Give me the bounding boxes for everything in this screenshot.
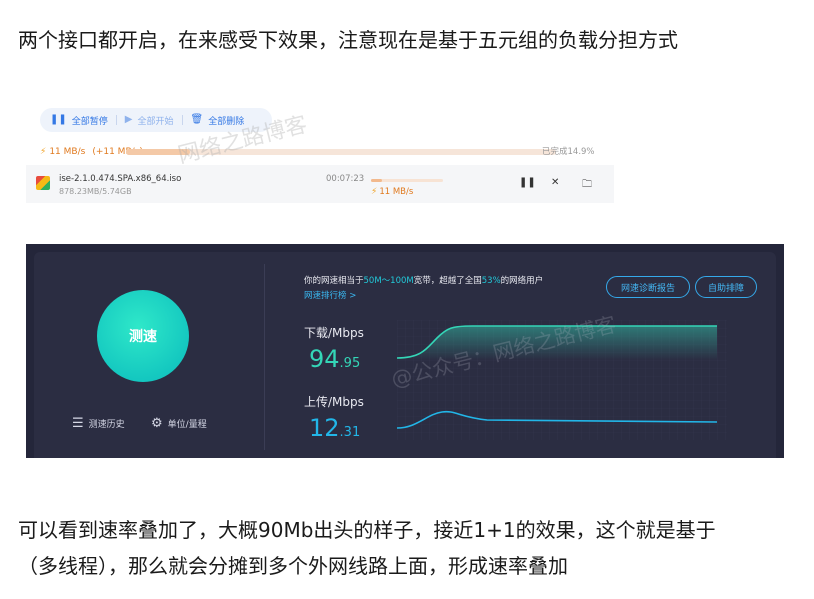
trash-icon: 🗑	[190, 114, 204, 125]
total-progress-text: 已完成14.9%	[542, 147, 595, 157]
pause-all-label: 全部暂停	[71, 116, 108, 127]
delete-all-button[interactable]: 🗑 全部删除	[191, 114, 245, 127]
gear-icon: ⚙	[151, 416, 163, 431]
summary-prefix: 你的网速相当于	[304, 276, 364, 286]
lightning-icon: ⚡	[371, 187, 378, 197]
speed-graph	[397, 320, 727, 440]
summary-range: 50M～100M	[363, 276, 414, 286]
download-manager-panel: ❚❚ 全部暂停 ▶ 全部开始 🗑 全部删除 ⚡ 11 MB/s (+11 MB/…	[26, 104, 614, 206]
speedtest-history-link[interactable]: ☰ 测速历史	[72, 416, 125, 431]
rank-link[interactable]: 网速排行榜 >	[304, 289, 356, 301]
delete-all-label: 全部删除	[208, 116, 245, 127]
file-speed: ⚡ 11 MB/s	[371, 187, 413, 197]
total-progress-fill	[126, 149, 191, 155]
start-all-button[interactable]: ▶ 全部开始	[125, 114, 174, 127]
download-int: 94	[309, 345, 340, 373]
pause-icon[interactable]: ❚❚	[519, 177, 536, 188]
download-value: 94.95	[309, 345, 360, 373]
speedtest-panel: 测速 ☰ 测速历史 ⚙ 单位/量程 你的网速相当于50M～100M宽带，超越了全…	[26, 244, 784, 458]
lightning-icon: ⚡	[40, 147, 47, 157]
panel-divider	[264, 264, 265, 450]
summary-suffix: 的网络用户	[500, 276, 544, 286]
self-troubleshoot-button[interactable]: 自助排障	[695, 276, 757, 298]
total-progress-bar	[126, 149, 556, 155]
file-progress-fill	[371, 179, 382, 182]
close-icon[interactable]: ✕	[551, 177, 559, 188]
summary-mid: 宽带，超越了全国	[413, 276, 482, 286]
diagnosis-report-button[interactable]: 网速诊断报告	[606, 276, 690, 298]
folder-icon[interactable]: 🗀	[582, 177, 592, 194]
summary-percent: 53%	[481, 276, 501, 286]
start-speedtest-button[interactable]: 测速	[97, 290, 189, 382]
download-dec: .95	[339, 356, 361, 371]
upload-dec: .31	[339, 425, 361, 440]
download-label: 下载/Mbps	[304, 326, 364, 340]
pause-all-button[interactable]: ❚❚ 全部暂停	[50, 114, 108, 127]
toolbar-divider	[115, 115, 117, 125]
file-speed-value: 11 MB/s	[379, 187, 414, 197]
history-list-icon: ☰	[72, 416, 84, 431]
upload-value: 12.31	[309, 414, 360, 442]
archive-file-icon	[36, 176, 50, 190]
intro-paragraph: 两个接口都开启，在来感受下效果，注意现在是基于五元组的负载分担方式	[18, 28, 678, 52]
download-toolbar: ❚❚ 全部暂停 ▶ 全部开始 🗑 全部删除	[40, 108, 272, 132]
conclusion-line-2: （多线程），那么就会分摊到多个外网线路上面，形成速率叠加	[18, 554, 568, 578]
file-size: 878.23MB/5.74GB	[59, 187, 132, 196]
file-name: ise-2.1.0.474.SPA.x86_64.iso	[59, 174, 182, 184]
pause-icon: ❚❚	[50, 114, 67, 125]
unit-range-link[interactable]: ⚙ 单位/量程	[151, 416, 207, 431]
toolbar-divider	[181, 115, 183, 125]
speed-summary: 你的网速相当于50M～100M宽带，超越了全国53%的网络用户	[304, 274, 543, 286]
speedtest-card: 测速 ☰ 测速历史 ⚙ 单位/量程 你的网速相当于50M～100M宽带，超越了全…	[34, 252, 776, 458]
file-progress-bar	[371, 179, 443, 182]
file-remaining-time: 00:07:23	[326, 174, 365, 184]
start-speedtest-label: 测速	[129, 329, 157, 345]
start-all-label: 全部开始	[137, 116, 174, 127]
total-speed-value: 11 MB/s	[49, 147, 86, 157]
conclusion-line-1: 可以看到速率叠加了，大概90Mb出头的样子，接近1+1的效果，这个就是基于	[18, 518, 716, 542]
download-row[interactable]: ise-2.1.0.474.SPA.x86_64.iso 878.23MB/5.…	[26, 165, 614, 203]
upload-label: 上传/Mbps	[304, 395, 364, 409]
conclusion-paragraph: 可以看到速率叠加了，大概90Mb出头的样子，接近1+1的效果，这个就是基于 （多…	[18, 512, 716, 584]
upload-int: 12	[309, 414, 340, 442]
play-icon: ▶	[124, 114, 133, 125]
unit-range-label: 单位/量程	[167, 420, 207, 430]
history-label: 测速历史	[88, 420, 125, 430]
